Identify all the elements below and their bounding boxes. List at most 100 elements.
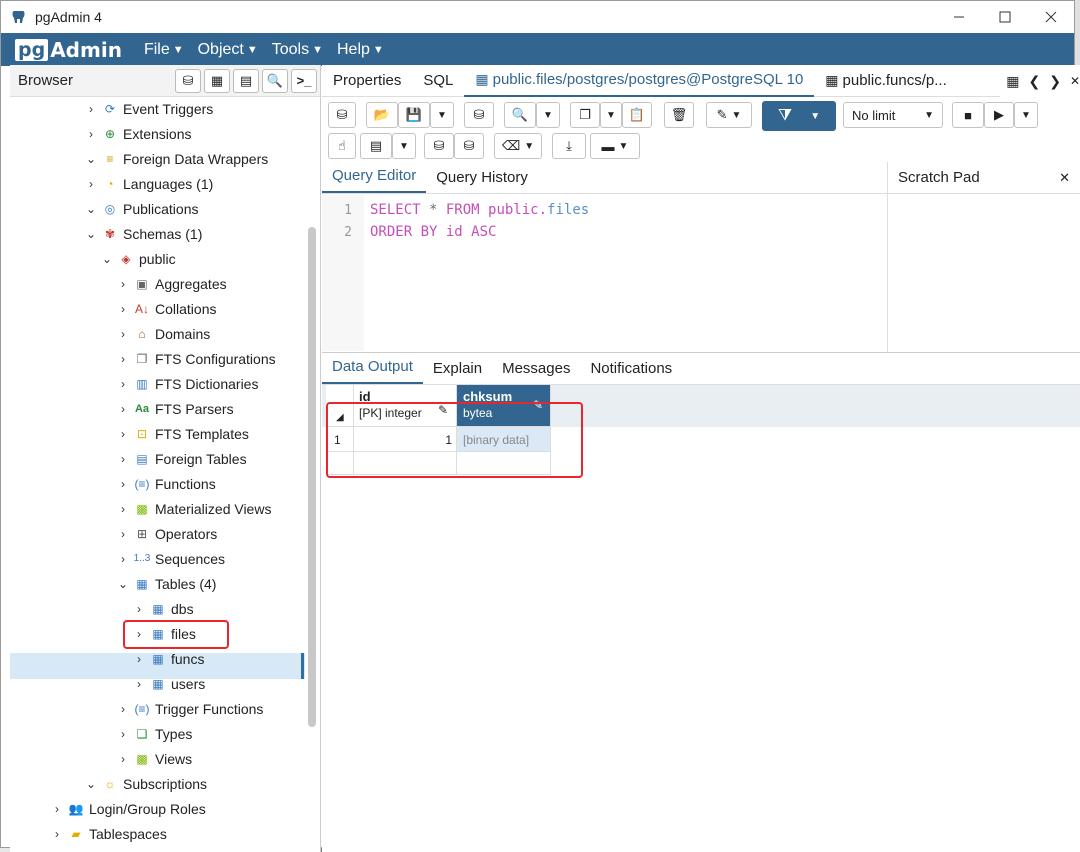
menu-tools[interactable]: Tools ▼ [272,41,323,59]
tree-node-domains[interactable]: › ⌂ Domains [116,321,210,346]
tree-node-table-funcs[interactable]: › ▦ funcs [132,646,204,671]
explain-analyze-button[interactable]: ▤ [360,133,392,159]
chevron-left-icon[interactable]: ❮ [1028,73,1040,90]
tab-query-funcs[interactable]: ▦ public.funcs/p... [814,65,957,97]
tree-node-publications[interactable]: ⌄ ◎ Publications [84,196,199,221]
close-icon[interactable]: ✕ [1059,170,1070,186]
fts-dictionary-icon: ▥ [136,376,148,391]
scratch-pad-title: Scratch Pad [898,169,980,186]
aggregate-icon: ▣ [136,276,148,291]
tree-node-subscriptions[interactable]: ⌄ ☼ Subscriptions [84,771,207,796]
delete-button[interactable]: 🗑 [664,102,694,128]
tree-node-foreign-data-wrappers[interactable]: ⌄ ≡ Foreign Data Wrappers [84,146,268,171]
tab-sql[interactable]: SQL [412,65,464,97]
tree-node-fts-parsers[interactable]: › Aa FTS Parsers [116,396,234,421]
maximize-button[interactable] [982,1,1028,33]
tab-messages[interactable]: Messages [492,360,580,384]
chevron-right-icon: › [121,701,125,716]
row-limit-select[interactable]: No limit ▼ [843,102,943,128]
chevron-down-icon: ⌄ [101,251,113,266]
macros-button[interactable]: ▬ ▼ [590,133,640,159]
search-objects-button[interactable]: 🔍 [262,68,288,93]
copy-dropdown-button[interactable]: ▼ [600,102,622,128]
execute-button[interactable]: ▶ [984,102,1014,128]
tree-node-languages[interactable]: › ◔ Languages (1) [84,171,213,196]
save-data-button[interactable]: ⛁ [328,102,356,128]
tree-node-collations[interactable]: › A↓ Collations [116,296,216,321]
tree-scrollbar[interactable] [308,227,316,727]
tree-label: Foreign Tables [155,450,247,467]
stop-button[interactable]: ■ [952,102,984,128]
find-button[interactable]: 🔍 [504,102,536,128]
tree-node-operators[interactable]: › ⊞ Operators [116,521,217,546]
tab-notifications[interactable]: Notifications [580,360,682,384]
tree-node-fts-configurations[interactable]: › ❐ FTS Configurations [116,346,276,371]
open-file-button[interactable]: 📂 [366,102,398,128]
minimize-button[interactable] [936,1,982,33]
tree-node-login-group-roles[interactable]: › 👥 Login/Group Roles [50,796,206,821]
sql-editor[interactable]: 1 SELECT * FROM public.files 2 ORDER BY … [322,195,887,351]
chevron-right-icon: › [137,676,141,691]
tree-node-aggregates[interactable]: › ▣ Aggregates [116,271,227,296]
tab-data-output-label: Data Output [332,358,413,375]
tree-node-materialized-views[interactable]: › ▩ Materialized Views [116,496,271,521]
tree-node-sequences[interactable]: › 1..3 Sequences [116,546,225,571]
edit-button[interactable]: ✎ ▼ [706,102,752,128]
tree-node-schemas[interactable]: ⌄ ✾ Schemas (1) [84,221,202,246]
save-dropdown-button[interactable]: ▼ [430,102,454,128]
find-dropdown-button[interactable]: ▼ [536,102,560,128]
fts-configuration-icon: ❐ [136,351,148,366]
tab-query-history[interactable]: Query History [426,169,538,193]
tree-node-fts-dictionaries[interactable]: › ▥ FTS Dictionaries [116,371,258,396]
menu-object[interactable]: Object ▼ [198,41,258,59]
menu-file[interactable]: File ▼ [144,41,184,59]
menu-help[interactable]: Help ▼ [337,41,384,59]
tab-properties[interactable]: Properties [322,65,412,97]
tree-label: Languages (1) [123,175,214,192]
explain-button[interactable]: ☝ [328,133,356,159]
tree-node-table-users[interactable]: › ▦ users [132,671,205,696]
view-data-button[interactable]: ▦ [204,68,230,93]
save-file-button[interactable]: 💾 [398,102,430,128]
tree-node-fts-templates[interactable]: › ⊡ FTS Templates [116,421,249,446]
tree-label: Extensions [123,125,192,142]
filter-button[interactable]: ⧩ ▼ [762,101,836,131]
tree-node-extensions[interactable]: › ⊕ Extensions [84,121,191,146]
paste-button[interactable]: 📋 [622,102,652,128]
tree-node-tables[interactable]: ⌄ ▦ Tables (4) [116,571,217,596]
tree-node-foreign-tables[interactable]: › ▤ Foreign Tables [116,446,247,471]
download-button[interactable]: ⤓ [552,133,586,159]
clear-button[interactable]: ⌫ ▼ [494,133,542,159]
tree-node-types[interactable]: › ❏ Types [116,721,192,746]
tree-label: Sequences [155,550,226,567]
tab-explain[interactable]: Explain [423,360,492,384]
tab-data-output[interactable]: Data Output [322,358,423,384]
rollback-button[interactable]: ⛁ [454,133,484,159]
chevron-right-icon[interactable]: ❯ [1049,73,1061,90]
tree-node-functions[interactable]: › (≡) Functions [116,471,216,496]
filtered-rows-button[interactable]: ▤ [233,68,259,93]
close-window-button[interactable] [1028,1,1074,33]
commit-button[interactable]: ⛁ [424,133,454,159]
tab-query-files[interactable]: ▦ public.files/postgres/postgres@PostgreS… [464,65,815,97]
sql-schema: public. [479,202,548,218]
execute-dropdown-button[interactable]: ▼ [1014,102,1038,128]
save-results-button[interactable]: ⛁ [464,102,494,128]
chevron-right-icon: › [121,401,125,416]
tree-node-views[interactable]: › ▩ Views [116,746,192,771]
pgadmin-elephant-icon [12,11,25,23]
tab-list-icon[interactable]: ▦ [1006,73,1019,90]
tree-node-event-triggers[interactable]: › ⟳ Event Triggers [84,97,213,121]
tree-node-trigger-functions[interactable]: › (≡) Trigger Functions [116,696,263,721]
list-icon: ▤ [369,138,383,153]
explain-dropdown-button[interactable]: ▼ [392,133,416,159]
psql-tool-button[interactable]: >_ [291,68,317,93]
tree-node-table-dbs[interactable]: › ▦ dbs [132,596,194,621]
maximize-icon [999,11,1011,23]
close-all-icon[interactable]: ✕ [1070,74,1080,88]
tree-node-public[interactable]: ⌄ ◈ public [100,246,176,271]
tab-query-editor[interactable]: Query Editor [322,167,427,193]
copy-button[interactable]: ❐ [570,102,600,128]
tree-node-tablespaces[interactable]: › ▰ Tablespaces [50,821,167,846]
object-explorer-button[interactable]: ⛁ [175,68,201,93]
